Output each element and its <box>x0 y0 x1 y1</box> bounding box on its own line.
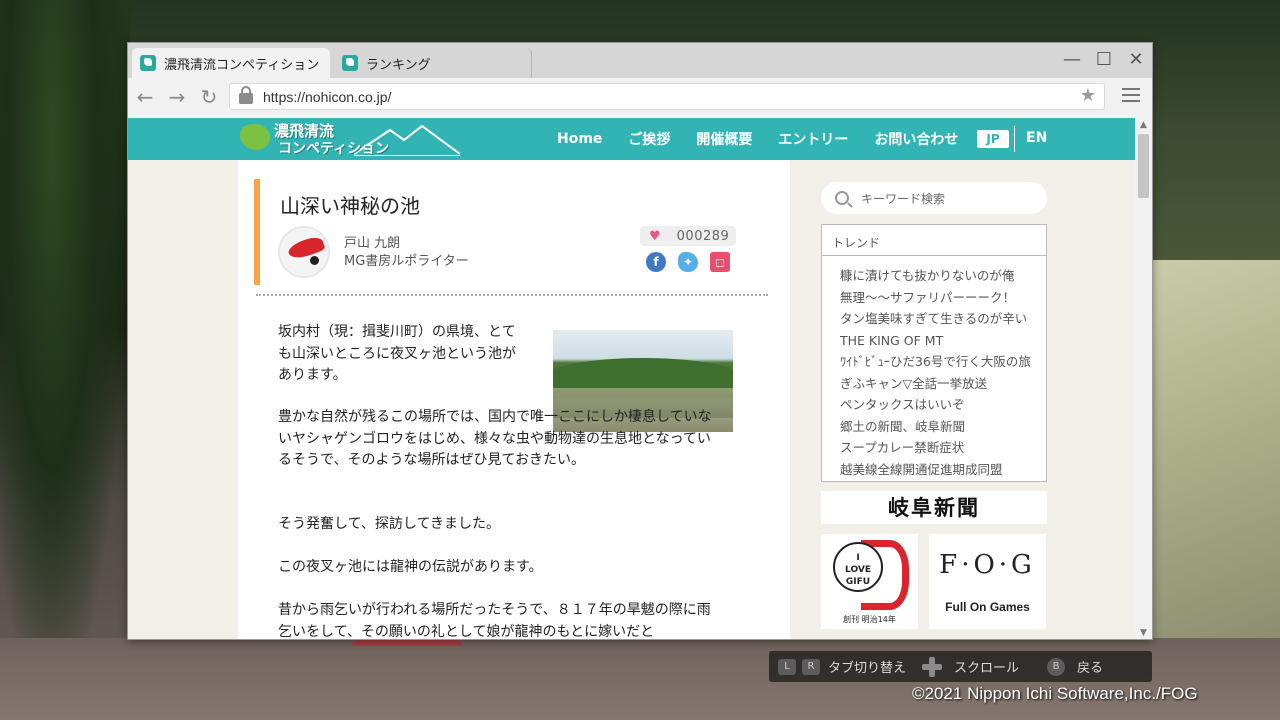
address-bar[interactable]: https://nohicon.co.jp/ <box>229 83 1105 110</box>
tab-label: 濃飛清流コンペティション <box>164 56 320 72</box>
minimize-button[interactable]: — <box>1060 49 1084 71</box>
trend-item[interactable]: ぎふキャン▽全話一挙放送 <box>840 373 1031 395</box>
gifu-newspaper-banner[interactable]: 岐阜新聞 <box>821 491 1047 524</box>
fog-name: Full On Games <box>945 600 1030 614</box>
tab-label: ランキング <box>366 56 431 72</box>
browser-toolbar: ← → ↻ https://nohicon.co.jp/ ★ <box>128 78 1152 116</box>
background-grill <box>352 640 462 710</box>
lang-en-button[interactable]: EN <box>1026 130 1047 146</box>
tab-switch-label: タブ切り替え <box>828 661 907 676</box>
facebook-icon[interactable]: f <box>646 252 666 272</box>
love-line1: I <box>856 553 860 563</box>
url-text: https://nohicon.co.jp/ <box>263 88 392 105</box>
menu-icon[interactable] <box>1120 84 1142 106</box>
paragraph: 坂内村（現：揖斐川町）の県境、とても山深いところに夜叉ヶ池という池があります。 <box>278 324 516 383</box>
trend-item[interactable]: タン塩美味すぎて生きるのが辛い <box>840 308 1031 330</box>
trend-item[interactable]: ペンタックスはいいぞ <box>840 394 1031 416</box>
site-header: 濃飛清流 コンペティション Home ご挨拶 開催概要 エントリー お問い合わせ… <box>128 118 1136 160</box>
love-gifu-banner[interactable]: I LOVE GIFU 創刊 明治14年 <box>821 534 918 629</box>
paragraph: 昔から雨乞いが行われる場所だったそうで、８１７年の旱魃の際に雨乞いをして、その願… <box>278 602 711 640</box>
paragraph: そう発奮して、探訪してきました。 <box>278 516 501 532</box>
author-role: MG書房ルポライター <box>344 254 469 269</box>
site-nav: Home ご挨拶 開催概要 エントリー お問い合わせ <box>557 118 984 160</box>
page-viewport: 濃飛清流 コンペティション Home ご挨拶 開催概要 エントリー お問い合わせ… <box>128 118 1136 640</box>
love-line3: GIFU <box>845 577 871 587</box>
scroll-up-icon[interactable]: ▲ <box>1138 120 1149 130</box>
trend-box: トレンド 糠に漬けても抜かりないのが俺 無理～～サファリパーーーク！ タン塩美味… <box>821 224 1047 482</box>
l-button-icon: L <box>778 658 796 675</box>
background-tent <box>1152 260 1280 640</box>
fog-logo: F·O·G <box>939 550 1036 580</box>
heart-icon: ♥ <box>649 228 661 244</box>
twitter-icon[interactable]: ✦ <box>678 252 698 272</box>
back-arrow-icon[interactable]: ← <box>132 84 158 110</box>
search-input[interactable]: キーワード検索 <box>821 182 1047 214</box>
title-accent-bar <box>254 179 260 285</box>
tab-ranking[interactable]: ランキング <box>334 48 532 78</box>
reload-icon[interactable]: ↻ <box>196 84 222 110</box>
background-trees <box>0 0 130 720</box>
article-title: 山深い神秘の池 <box>280 194 420 218</box>
site-logo[interactable]: 濃飛清流 コンペティション <box>232 120 468 158</box>
love-caption: 創刊 明治14年 <box>843 615 896 624</box>
paragraph: この夜叉ヶ池には龍神の伝説があります。 <box>278 559 543 575</box>
forward-arrow-icon[interactable]: → <box>164 84 190 110</box>
lock-icon <box>239 86 253 104</box>
fog-banner[interactable]: F·O·G Full On Games <box>929 534 1046 629</box>
paragraph: 豊かな自然が残るこの場所では、国内で唯一ここにしか棲息していないヤシャゲンゴロウ… <box>278 407 714 472</box>
site-favicon-icon <box>140 55 156 71</box>
love-gifu-logo: I LOVE GIFU <box>833 542 883 592</box>
trend-item[interactable]: スープカレー禁断症状 <box>840 437 1031 459</box>
nav-overview[interactable]: 開催概要 <box>696 129 752 149</box>
back-label: 戻る <box>1077 661 1104 676</box>
lang-jp-button[interactable]: JP <box>977 130 1009 148</box>
logo-text-line2: コンペティション <box>278 141 390 157</box>
scroll-down-icon[interactable]: ▼ <box>1138 628 1149 638</box>
scroll-label: スクロール <box>954 661 1020 676</box>
instagram-icon[interactable]: ◻ <box>710 252 730 272</box>
nav-home[interactable]: Home <box>557 131 602 147</box>
article: 山深い神秘の池 戸山 九朗 MG書房ルポライター ♥ 000289 f ✦ ◻ … <box>238 160 790 640</box>
author-avatar <box>278 226 330 278</box>
divider <box>256 294 768 296</box>
scroll-thumb[interactable] <box>1138 134 1149 198</box>
nav-entry[interactable]: エントリー <box>778 129 848 149</box>
trend-item[interactable]: THE KING OF MT <box>840 330 1031 352</box>
browser-window: 濃飛清流コンペティション ランキング — ☐ ✕ ← → ↻ https://n… <box>127 42 1153 640</box>
paragraph-text: 豊かな自然が残るこの場所では、国内で唯一ここにしか棲息していないヤシャゲンゴロウ… <box>278 409 712 468</box>
trend-item[interactable]: 郷土の新聞、岐阜新聞 <box>840 416 1031 438</box>
logo-leaf-icon <box>240 124 270 150</box>
author-name: 戸山 九朗 <box>344 236 401 251</box>
dpad-icon <box>922 656 943 677</box>
trend-item[interactable]: 越美線全線開通促進期成同盟 <box>840 459 1031 481</box>
search-icon <box>835 191 849 205</box>
lang-divider <box>1014 126 1015 152</box>
b-button-icon: B <box>1047 657 1066 676</box>
tab-bar: 濃飛清流コンペティション ランキング — ☐ ✕ <box>128 43 1152 78</box>
love-line2: LOVE <box>845 565 871 575</box>
like-count: 000289 <box>676 228 730 244</box>
search-placeholder: キーワード検索 <box>861 191 946 206</box>
maximize-button[interactable]: ☐ <box>1092 49 1116 71</box>
nav-contact[interactable]: お問い合わせ <box>874 129 958 149</box>
trend-item[interactable]: 無理～～サファリパーーーク！ <box>840 287 1031 309</box>
controller-hints: L R タブ切り替え スクロール B 戻る <box>769 651 1152 682</box>
site-favicon-icon <box>342 55 358 71</box>
trend-title: トレンド <box>822 225 1046 256</box>
trend-item[interactable]: 糠に漬けても抜かりないのが俺 <box>840 265 1031 287</box>
scrollbar[interactable]: ▲ ▼ <box>1135 118 1152 639</box>
copyright: ©2021 Nippon Ichi Software,Inc./FOG <box>912 684 1198 703</box>
tab-competition[interactable]: 濃飛清流コンペティション <box>132 48 330 78</box>
close-button[interactable]: ✕ <box>1124 49 1148 71</box>
trend-item[interactable]: ﾜｲﾄﾞﾋﾞｭｰひだ36号で行く大阪の旅 <box>840 351 1031 373</box>
like-counter[interactable]: ♥ 000289 <box>640 226 736 246</box>
trend-list: 糠に漬けても抜かりないのが俺 無理～～サファリパーーーク！ タン塩美味すぎて生き… <box>840 265 1031 480</box>
nav-greeting[interactable]: ご挨拶 <box>628 129 670 149</box>
r-button-icon: R <box>802 658 820 675</box>
bookmark-star-icon[interactable]: ★ <box>1080 85 1096 106</box>
